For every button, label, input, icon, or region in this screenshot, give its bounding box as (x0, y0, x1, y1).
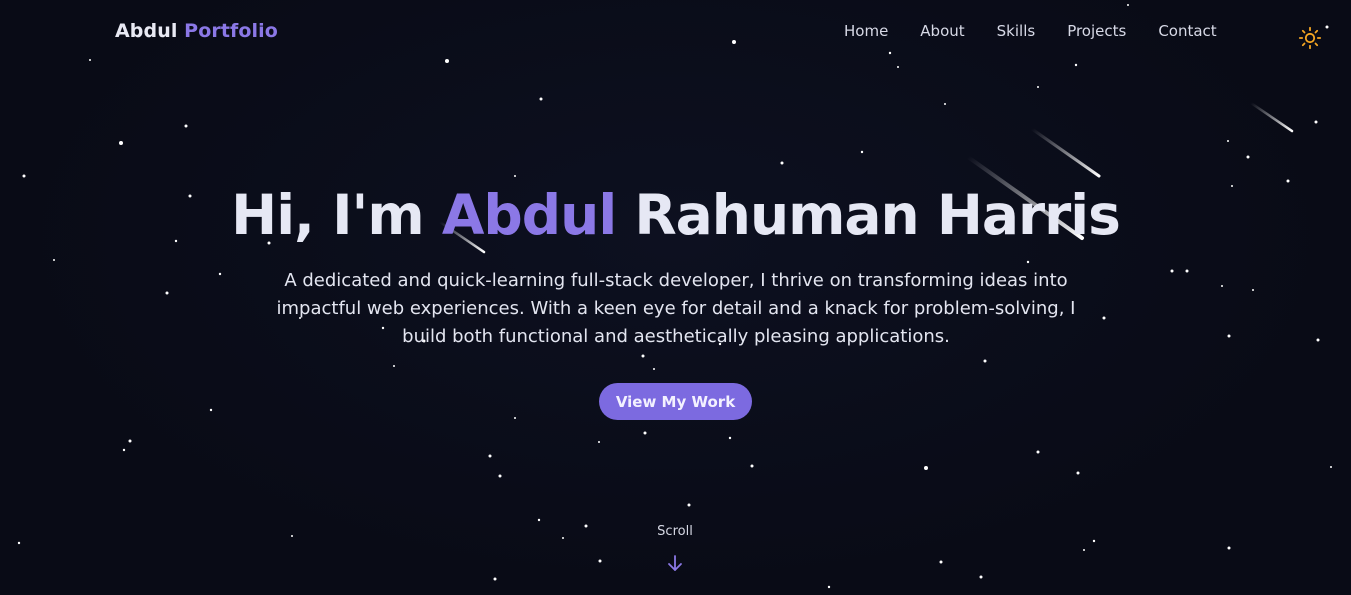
view-my-work-button[interactable]: View My Work (599, 383, 752, 420)
nav-link-about[interactable]: About (920, 22, 964, 40)
scroll-label: Scroll (657, 524, 693, 539)
hero-title: Hi, I'm Abdul Rahuman Harris (0, 180, 1351, 250)
scroll-down-button[interactable] (666, 554, 684, 572)
brand-portfolio-word: Portfolio (184, 20, 278, 42)
arrow-down-icon (668, 555, 682, 571)
nav-link-projects[interactable]: Projects (1067, 22, 1126, 40)
nav-link-contact[interactable]: Contact (1158, 22, 1216, 40)
portfolio-page: Abdul Portfolio Home About Skills Projec… (0, 0, 1351, 595)
hero-title-suffix: Rahuman Harris (616, 183, 1120, 247)
brand-first-name: Abdul (115, 20, 178, 42)
shooting-star (1030, 127, 1101, 178)
shooting-star (1249, 101, 1294, 133)
theme-toggle-button[interactable] (1298, 26, 1322, 50)
main-nav: Home About Skills Projects Contact (844, 22, 1249, 40)
nav-link-home[interactable]: Home (844, 22, 888, 40)
nav-link-skills[interactable]: Skills (997, 22, 1036, 40)
hero-title-accent: Abdul (441, 183, 617, 247)
sun-icon (1298, 26, 1322, 50)
hero-description: A dedicated and quick-learning full-stac… (276, 270, 1076, 347)
brand-logo[interactable]: Abdul Portfolio (115, 20, 278, 42)
hero-title-prefix: Hi, I'm (231, 183, 442, 247)
